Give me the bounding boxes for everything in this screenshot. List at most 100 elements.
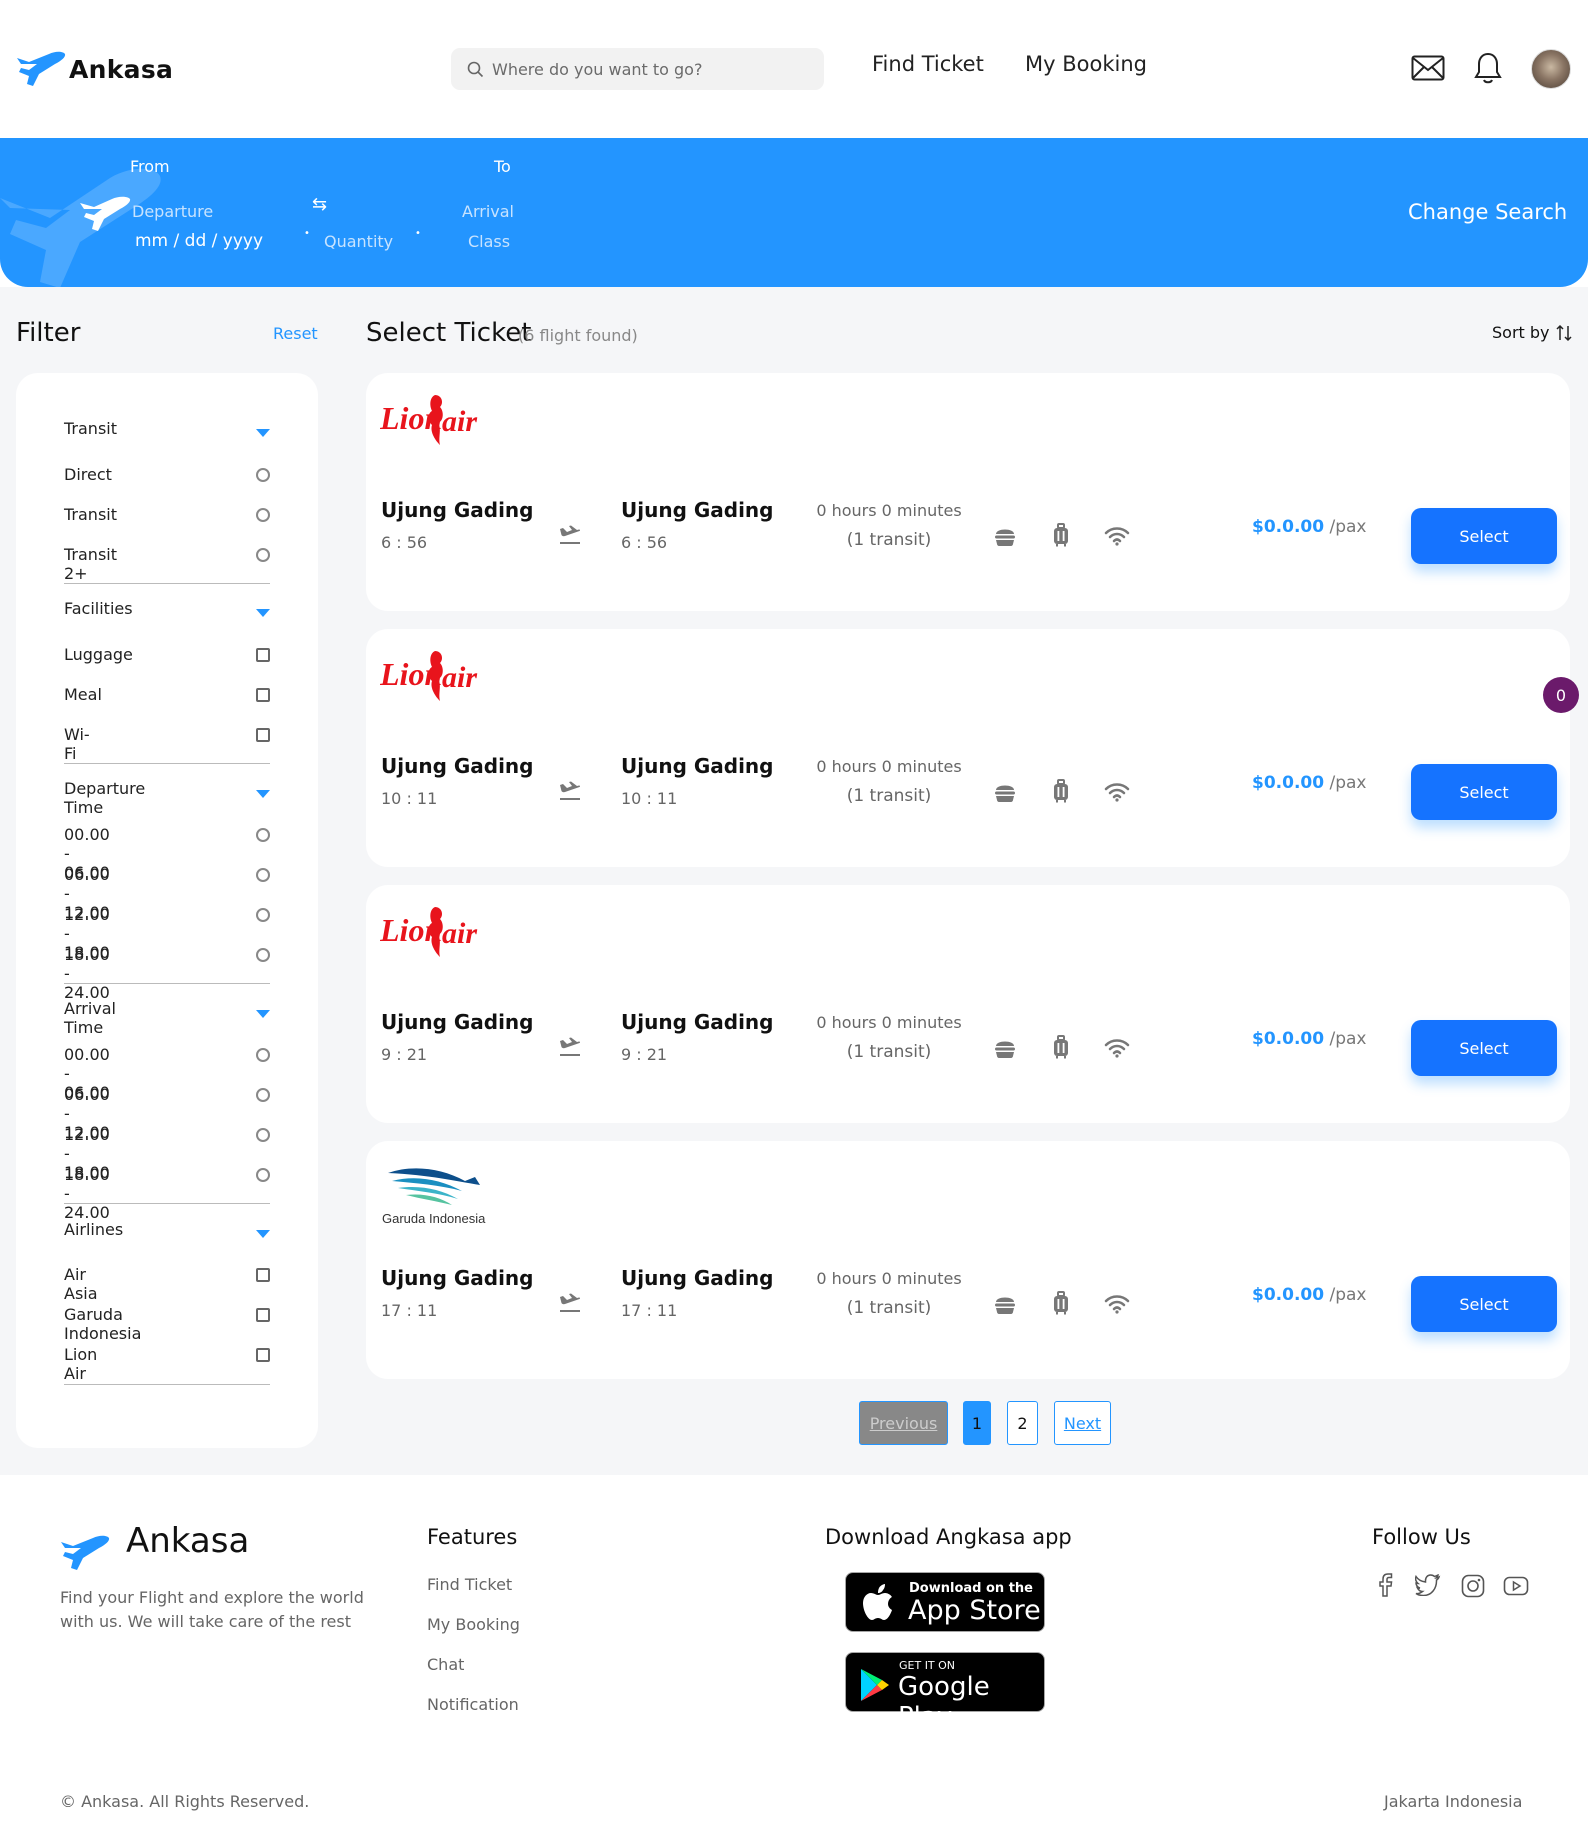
radio-transit[interactable] xyxy=(256,508,270,522)
luggage-icon xyxy=(1052,1291,1070,1319)
page-1-button[interactable]: 1 xyxy=(963,1401,991,1445)
checkbox-garuda[interactable] xyxy=(256,1308,270,1322)
header: Ankasa Find Ticket My Booking xyxy=(0,0,1588,138)
radio-transit-2plus[interactable] xyxy=(256,548,270,562)
price-value: $0.0.00 xyxy=(1252,517,1325,537)
select-ticket-button[interactable]: Select xyxy=(1411,764,1557,820)
luggage-icon xyxy=(1052,523,1070,551)
flight-duration: 0 hours 0 minutes xyxy=(816,757,962,776)
nav-find-ticket[interactable]: Find Ticket xyxy=(872,52,984,76)
footer-link-find-ticket[interactable]: Find Ticket xyxy=(427,1575,512,1594)
radio-arrival-2[interactable] xyxy=(256,1128,270,1142)
notification-badge[interactable]: 0 xyxy=(1543,677,1579,713)
checkbox-luggage[interactable] xyxy=(256,648,270,662)
radio-departure-3[interactable] xyxy=(256,948,270,962)
filter-section-arrival-time[interactable]: Arrival Time xyxy=(64,999,116,1037)
arrival-city: Ujung Gading xyxy=(621,1010,774,1034)
radio-arrival-3[interactable] xyxy=(256,1168,270,1182)
previous-page-button[interactable]: Previous xyxy=(859,1401,948,1445)
select-ticket-button[interactable]: Select xyxy=(1411,508,1557,564)
checkbox-air-asia[interactable] xyxy=(256,1268,270,1282)
departure-field[interactable]: Departure xyxy=(132,202,213,221)
arrival-time: 17 : 11 xyxy=(621,1301,678,1320)
divider xyxy=(64,583,270,584)
price-label: $0.0.00 /pax xyxy=(1252,773,1366,793)
radio-arrival-0[interactable] xyxy=(256,1048,270,1062)
quantity-field[interactable]: Quantity xyxy=(324,232,393,251)
filter-section-facilities[interactable]: Facilities xyxy=(64,599,133,618)
footer-link-notification[interactable]: Notification xyxy=(427,1695,519,1714)
sort-by-button[interactable]: Sort by xyxy=(1492,323,1572,342)
google-play-button[interactable]: GET IT ON Google Play xyxy=(845,1652,1045,1732)
google-play-big-text: Google Play xyxy=(898,1672,990,1732)
flight-landing-icon xyxy=(559,1293,581,1317)
arrival-city: Ujung Gading xyxy=(621,754,774,778)
footer-tagline: Find your Flight and explore the world xyxy=(60,1588,364,1607)
caret-down-icon[interactable] xyxy=(256,1010,270,1018)
app-store-button[interactable]: Download on the App Store xyxy=(845,1572,1045,1632)
footer-link-chat[interactable]: Chat xyxy=(427,1655,464,1674)
luggage-icon xyxy=(1052,1035,1070,1063)
caret-down-icon[interactable] xyxy=(256,1230,270,1238)
banner-plane-icon xyxy=(80,196,131,231)
date-field[interactable]: mm / dd / yyyy xyxy=(135,231,263,251)
per-pax-label: /pax xyxy=(1324,1029,1367,1049)
youtube-icon[interactable] xyxy=(1503,1576,1529,1596)
change-search-link[interactable]: Change Search xyxy=(1408,200,1567,224)
svg-text:air: air xyxy=(442,661,477,694)
footer-link-my-booking[interactable]: My Booking xyxy=(427,1615,520,1634)
meal-icon xyxy=(993,781,1017,807)
filter-option: 18.00 - 24.00 xyxy=(64,945,110,1002)
caret-down-icon[interactable] xyxy=(256,609,270,617)
mail-icon[interactable] xyxy=(1411,55,1445,81)
twitter-icon[interactable] xyxy=(1415,1574,1441,1596)
reset-button[interactable]: Reset xyxy=(273,324,318,343)
radio-arrival-1[interactable] xyxy=(256,1088,270,1102)
flight-duration: 0 hours 0 minutes xyxy=(816,1269,962,1288)
next-page-button[interactable]: Next xyxy=(1054,1401,1111,1445)
caret-down-icon[interactable] xyxy=(256,790,270,798)
price-value: $0.0.00 xyxy=(1252,773,1325,793)
filter-option: Direct xyxy=(64,465,112,484)
radio-departure-1[interactable] xyxy=(256,868,270,882)
radio-departure-2[interactable] xyxy=(256,908,270,922)
select-ticket-button[interactable]: Select xyxy=(1411,1020,1557,1076)
checkbox-lion-air[interactable] xyxy=(256,1348,270,1362)
departure-city: Ujung Gading xyxy=(381,1266,534,1290)
checkbox-wifi[interactable] xyxy=(256,728,270,742)
page-2-button[interactable]: 2 xyxy=(1007,1401,1038,1445)
instagram-icon[interactable] xyxy=(1461,1574,1485,1598)
arrival-field[interactable]: Arrival xyxy=(462,202,514,221)
divider xyxy=(64,1384,270,1385)
filter-section-departure-time[interactable]: Departure Time xyxy=(64,779,145,817)
brand-logo[interactable]: Ankasa xyxy=(15,50,173,88)
select-ticket-button[interactable]: Select xyxy=(1411,1276,1557,1332)
google-play-small-text: GET IT ON xyxy=(899,1659,956,1672)
from-label: From xyxy=(130,157,170,176)
ticket-card: Lion air Ujung Gading 6 : 56 Ujung Gading 6 :… xyxy=(366,373,1570,611)
caret-down-icon[interactable] xyxy=(256,429,270,437)
filter-section-airlines[interactable]: Airlines xyxy=(64,1220,123,1239)
filter-option: 18.00 - 24.00 xyxy=(64,1165,110,1222)
filter-option: Garuda Indonesia xyxy=(64,1305,142,1343)
ticket-card: Garuda Indonesia Ujung Gading 17 : 11 Ujung… xyxy=(366,1141,1570,1379)
class-field[interactable]: Class xyxy=(468,232,510,251)
arrival-time: 9 : 21 xyxy=(621,1045,668,1064)
user-avatar[interactable] xyxy=(1531,49,1571,89)
search-input[interactable] xyxy=(492,59,812,79)
departure-city: Ujung Gading xyxy=(381,754,534,778)
facebook-icon[interactable] xyxy=(1374,1573,1396,1597)
airline-logo: Lion air xyxy=(379,643,478,711)
bell-icon[interactable] xyxy=(1473,51,1503,85)
filter-option: Luggage xyxy=(64,645,133,664)
radio-direct[interactable] xyxy=(256,468,270,482)
radio-departure-0[interactable] xyxy=(256,828,270,842)
checkbox-meal[interactable] xyxy=(256,688,270,702)
app-store-big-text: App Store xyxy=(908,1595,1041,1626)
per-pax-label: /pax xyxy=(1324,1285,1367,1305)
search-bar[interactable] xyxy=(451,48,824,90)
swap-icon[interactable]: ⇆ xyxy=(312,194,327,215)
nav-my-booking[interactable]: My Booking xyxy=(1025,52,1147,76)
footer-brand[interactable]: Ankasa xyxy=(126,1521,249,1561)
filter-section-transit[interactable]: Transit xyxy=(64,419,117,438)
